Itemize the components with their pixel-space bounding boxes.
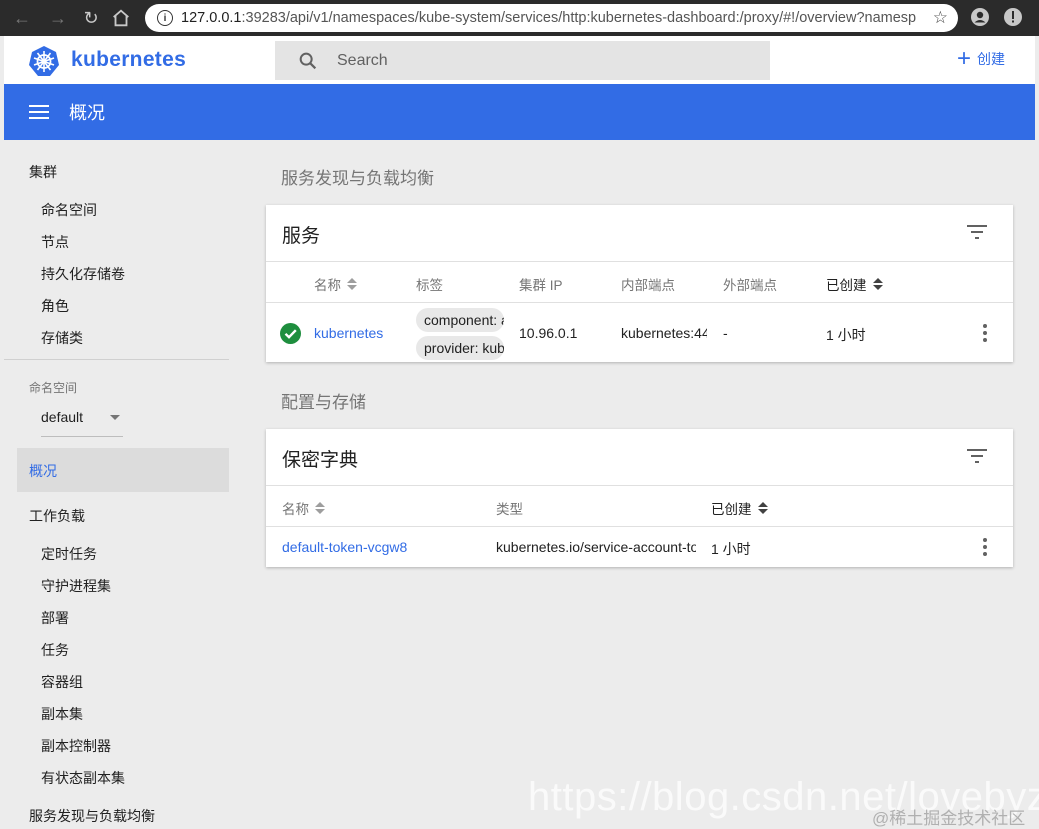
home-icon[interactable]: [110, 7, 132, 34]
sidebar-heading-cluster[interactable]: 集群: [29, 162, 57, 182]
services-card: 服务 名称 标签 集群 IP 内部端点 外部端点 已创建 kubernetes …: [266, 205, 1013, 362]
kubernetes-logo-icon[interactable]: [28, 45, 60, 77]
sidebar-item-replicasets[interactable]: 副本集: [41, 704, 83, 724]
filter-icon[interactable]: [967, 225, 987, 239]
filter-icon[interactable]: [967, 449, 987, 463]
plus-icon: +: [956, 45, 971, 72]
service-name-link[interactable]: kubernetes: [314, 325, 383, 341]
external-endpoint-value: -: [723, 325, 728, 341]
secret-type-value: kubernetes.io/service-account-token: [496, 539, 696, 555]
create-label: 创建: [977, 51, 1005, 67]
dropdown-caret-icon: [110, 415, 120, 420]
profile-icon[interactable]: [969, 6, 991, 28]
secret-name-link[interactable]: default-token-vcgw8: [282, 539, 407, 555]
column-header-name[interactable]: 名称: [314, 274, 357, 294]
bookmark-star-icon[interactable]: ☆: [933, 8, 948, 28]
column-header-cluster-ip: 集群 IP: [519, 278, 563, 293]
column-header-type: 类型: [496, 502, 523, 517]
sidebar-item-jobs[interactable]: 任务: [41, 640, 69, 660]
sidebar-item-daemonsets[interactable]: 守护进程集: [41, 576, 111, 596]
table-row: kubernetes component: apiserver provider…: [266, 302, 1013, 362]
address-bar[interactable]: i 127.0.0.1:39283/api/v1/namespaces/kube…: [145, 4, 958, 32]
namespace-select[interactable]: default: [41, 409, 123, 437]
secrets-card-title: 保密字典: [282, 450, 359, 471]
column-header-name[interactable]: 名称: [282, 498, 325, 518]
check-circle-icon: [280, 323, 301, 344]
sort-icon: [347, 277, 357, 291]
table-row: default-token-vcgw8 kubernetes.io/servic…: [266, 526, 1013, 567]
secrets-card: 保密字典 名称 类型 已创建 default-token-vcgw8 kuber…: [266, 429, 1013, 567]
search-bar[interactable]: [275, 41, 770, 80]
menu-icon[interactable]: [29, 105, 49, 119]
label-chip: provider: kubernetes: [416, 336, 504, 360]
column-header-internal-endpoints: 内部端点: [621, 278, 675, 293]
section-title-discovery: 服务发现与负载均衡: [281, 169, 434, 188]
sidebar-item-pods[interactable]: 容器组: [41, 672, 83, 692]
page-title: 概况: [69, 103, 105, 123]
internal-endpoint-value: kubernetes:443 TCP: [621, 325, 707, 341]
sidebar-item-replication-controllers[interactable]: 副本控制器: [41, 736, 111, 756]
sidebar-item-persistent-volumes[interactable]: 持久化存储卷: [41, 264, 125, 284]
secrets-table-header: 名称 类型 已创建: [266, 485, 1013, 527]
sidebar-item-storage-classes[interactable]: 存储类: [41, 328, 83, 348]
sidebar: 集群 命名空间 节点 持久化存储卷 角色 存储类 命名空间 default 概况…: [4, 140, 249, 829]
back-icon[interactable]: ←: [6, 2, 38, 34]
sidebar-item-overview[interactable]: 概况: [17, 448, 229, 492]
column-header-created[interactable]: 已创建: [826, 274, 883, 294]
sidebar-item-cronjobs[interactable]: 定时任务: [41, 544, 97, 564]
page-toolbar: 概况: [4, 84, 1035, 140]
sidebar-item-roles[interactable]: 角色: [41, 296, 69, 316]
site-info-icon[interactable]: i: [157, 10, 173, 26]
sidebar-item-namespaces[interactable]: 命名空间: [41, 200, 97, 220]
reload-icon[interactable]: ↻: [75, 2, 107, 34]
services-card-title: 服务: [282, 226, 321, 247]
sort-icon: [757, 501, 768, 515]
url-text[interactable]: 127.0.0.1:39283/api/v1/namespaces/kube-s…: [181, 10, 916, 26]
created-value: 1 小时: [711, 541, 751, 557]
search-input[interactable]: [337, 51, 757, 70]
services-table-header: 名称 标签 集群 IP 内部端点 外部端点 已创建: [266, 261, 1013, 303]
column-header-external-endpoints: 外部端点: [723, 278, 777, 293]
sidebar-item-overview-label: 概况: [29, 463, 57, 479]
sidebar-item-statefulsets[interactable]: 有状态副本集: [41, 768, 125, 788]
extension-icon[interactable]: [1002, 6, 1024, 28]
sidebar-heading-workloads[interactable]: 工作负载: [29, 506, 85, 526]
column-header-labels: 标签: [416, 278, 443, 293]
label-chip: component: apiserver: [416, 308, 504, 332]
watermark-site: @稀土掘金技术社区: [872, 809, 1026, 828]
sidebar-divider: [4, 359, 229, 360]
sidebar-item-nodes[interactable]: 节点: [41, 232, 69, 252]
cluster-ip-value: 10.96.0.1: [519, 325, 578, 341]
app-header: kubernetes + 创建: [4, 36, 1035, 84]
created-value: 1 小时: [826, 327, 866, 343]
forward-icon[interactable]: →: [42, 2, 74, 34]
section-title-config: 配置与存储: [281, 393, 366, 412]
column-header-created[interactable]: 已创建: [711, 498, 768, 518]
sort-icon: [872, 277, 883, 291]
namespace-value: default: [41, 409, 84, 425]
more-actions-icon[interactable]: [983, 324, 987, 342]
more-actions-icon[interactable]: [983, 538, 987, 556]
sidebar-heading-discovery[interactable]: 服务发现与负载均衡: [29, 806, 155, 826]
browser-toolbar: ← → ↻ i 127.0.0.1:39283/api/v1/namespace…: [0, 0, 1039, 36]
search-icon: [299, 52, 317, 69]
sort-icon: [315, 501, 325, 515]
sidebar-item-deployments[interactable]: 部署: [41, 608, 69, 628]
create-button[interactable]: + 创建: [956, 45, 1005, 72]
namespace-label: 命名空间: [29, 381, 78, 395]
brand-name[interactable]: kubernetes: [71, 48, 186, 72]
